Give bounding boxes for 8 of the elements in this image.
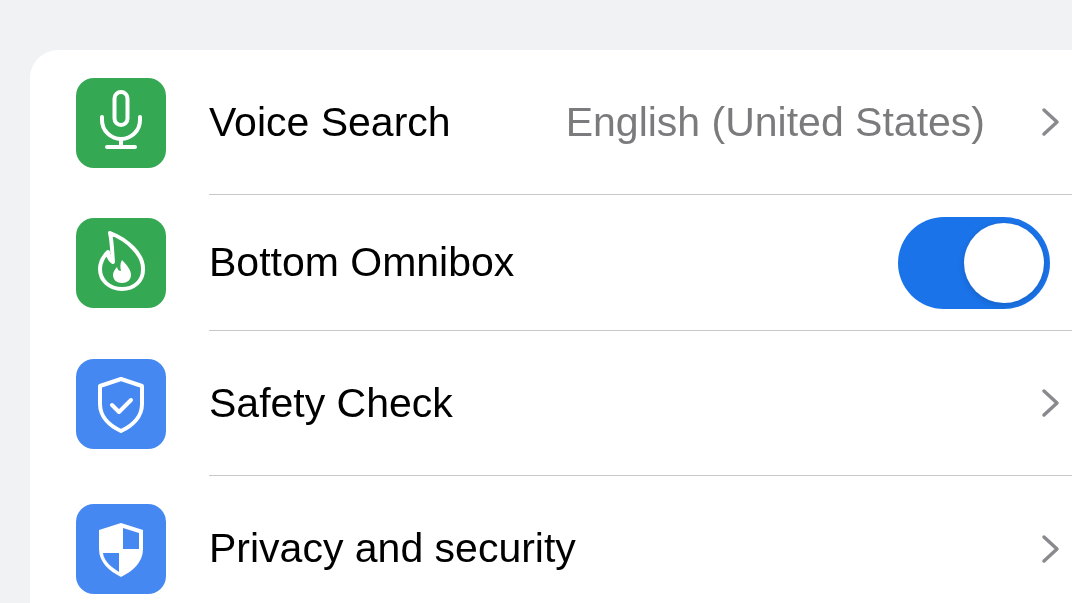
- setting-label[interactable]: Privacy and security: [209, 525, 985, 572]
- setting-label[interactable]: Bottom Omnibox: [209, 239, 898, 286]
- setting-label[interactable]: Safety Check: [209, 379, 985, 427]
- chevron-icon: [1041, 388, 1060, 418]
- chevron-icon: [1041, 533, 1060, 564]
- setting-label[interactable]: Voice Search: [209, 98, 566, 146]
- setting-value: English (United States): [565, 98, 985, 146]
- chevron-icon: [1041, 107, 1060, 137]
